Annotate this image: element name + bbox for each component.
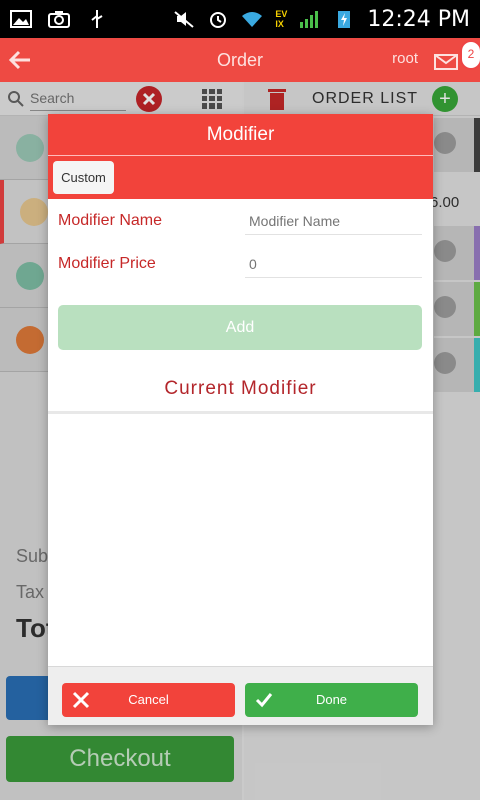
mute-icon <box>174 11 194 28</box>
modifier-name-input[interactable] <box>245 207 422 235</box>
cancel-button[interactable]: Cancel <box>62 683 235 717</box>
done-label: Done <box>315 692 348 707</box>
usb-icon <box>91 10 103 28</box>
mail-icon[interactable] <box>434 54 458 70</box>
done-button[interactable]: Done <box>245 683 418 717</box>
modifier-name-row: Modifier Name <box>48 199 433 242</box>
cancel-label: Cancel <box>128 692 169 707</box>
battery-icon <box>338 11 351 28</box>
gallery-icon <box>10 10 32 28</box>
notification-badge[interactable]: 2 <box>460 40 480 70</box>
camera-icon <box>48 11 70 28</box>
current-modifier-heading: Current Modifier <box>164 378 317 399</box>
alarm-icon <box>210 12 227 28</box>
modifier-name-label: Modifier Name <box>58 212 163 229</box>
dialog-footer: Cancel Done <box>48 666 433 725</box>
user-name[interactable]: root <box>392 50 418 67</box>
status-bar: EV IX 12:24 PM <box>0 0 480 38</box>
add-modifier-button[interactable]: Add <box>58 305 422 350</box>
modifier-dialog: Modifier Custom Modifier Name Modifier P… <box>48 114 433 725</box>
dialog-title: Modifier <box>48 114 433 156</box>
app-bar: Order root 2 <box>0 38 480 82</box>
divider <box>48 411 433 414</box>
modifier-price-input[interactable] <box>245 250 422 278</box>
modifier-tabs: Custom <box>48 156 433 199</box>
tab-custom[interactable]: Custom <box>53 161 114 194</box>
wifi-icon <box>242 12 263 27</box>
modifier-price-row: Modifier Price <box>48 242 433 285</box>
signal-icon <box>300 11 319 28</box>
modifier-price-label: Modifier Price <box>58 255 156 272</box>
back-arrow-icon[interactable] <box>8 48 32 72</box>
network-type-label: EV IX <box>275 9 288 29</box>
clock: 12:24 PM <box>367 6 470 32</box>
